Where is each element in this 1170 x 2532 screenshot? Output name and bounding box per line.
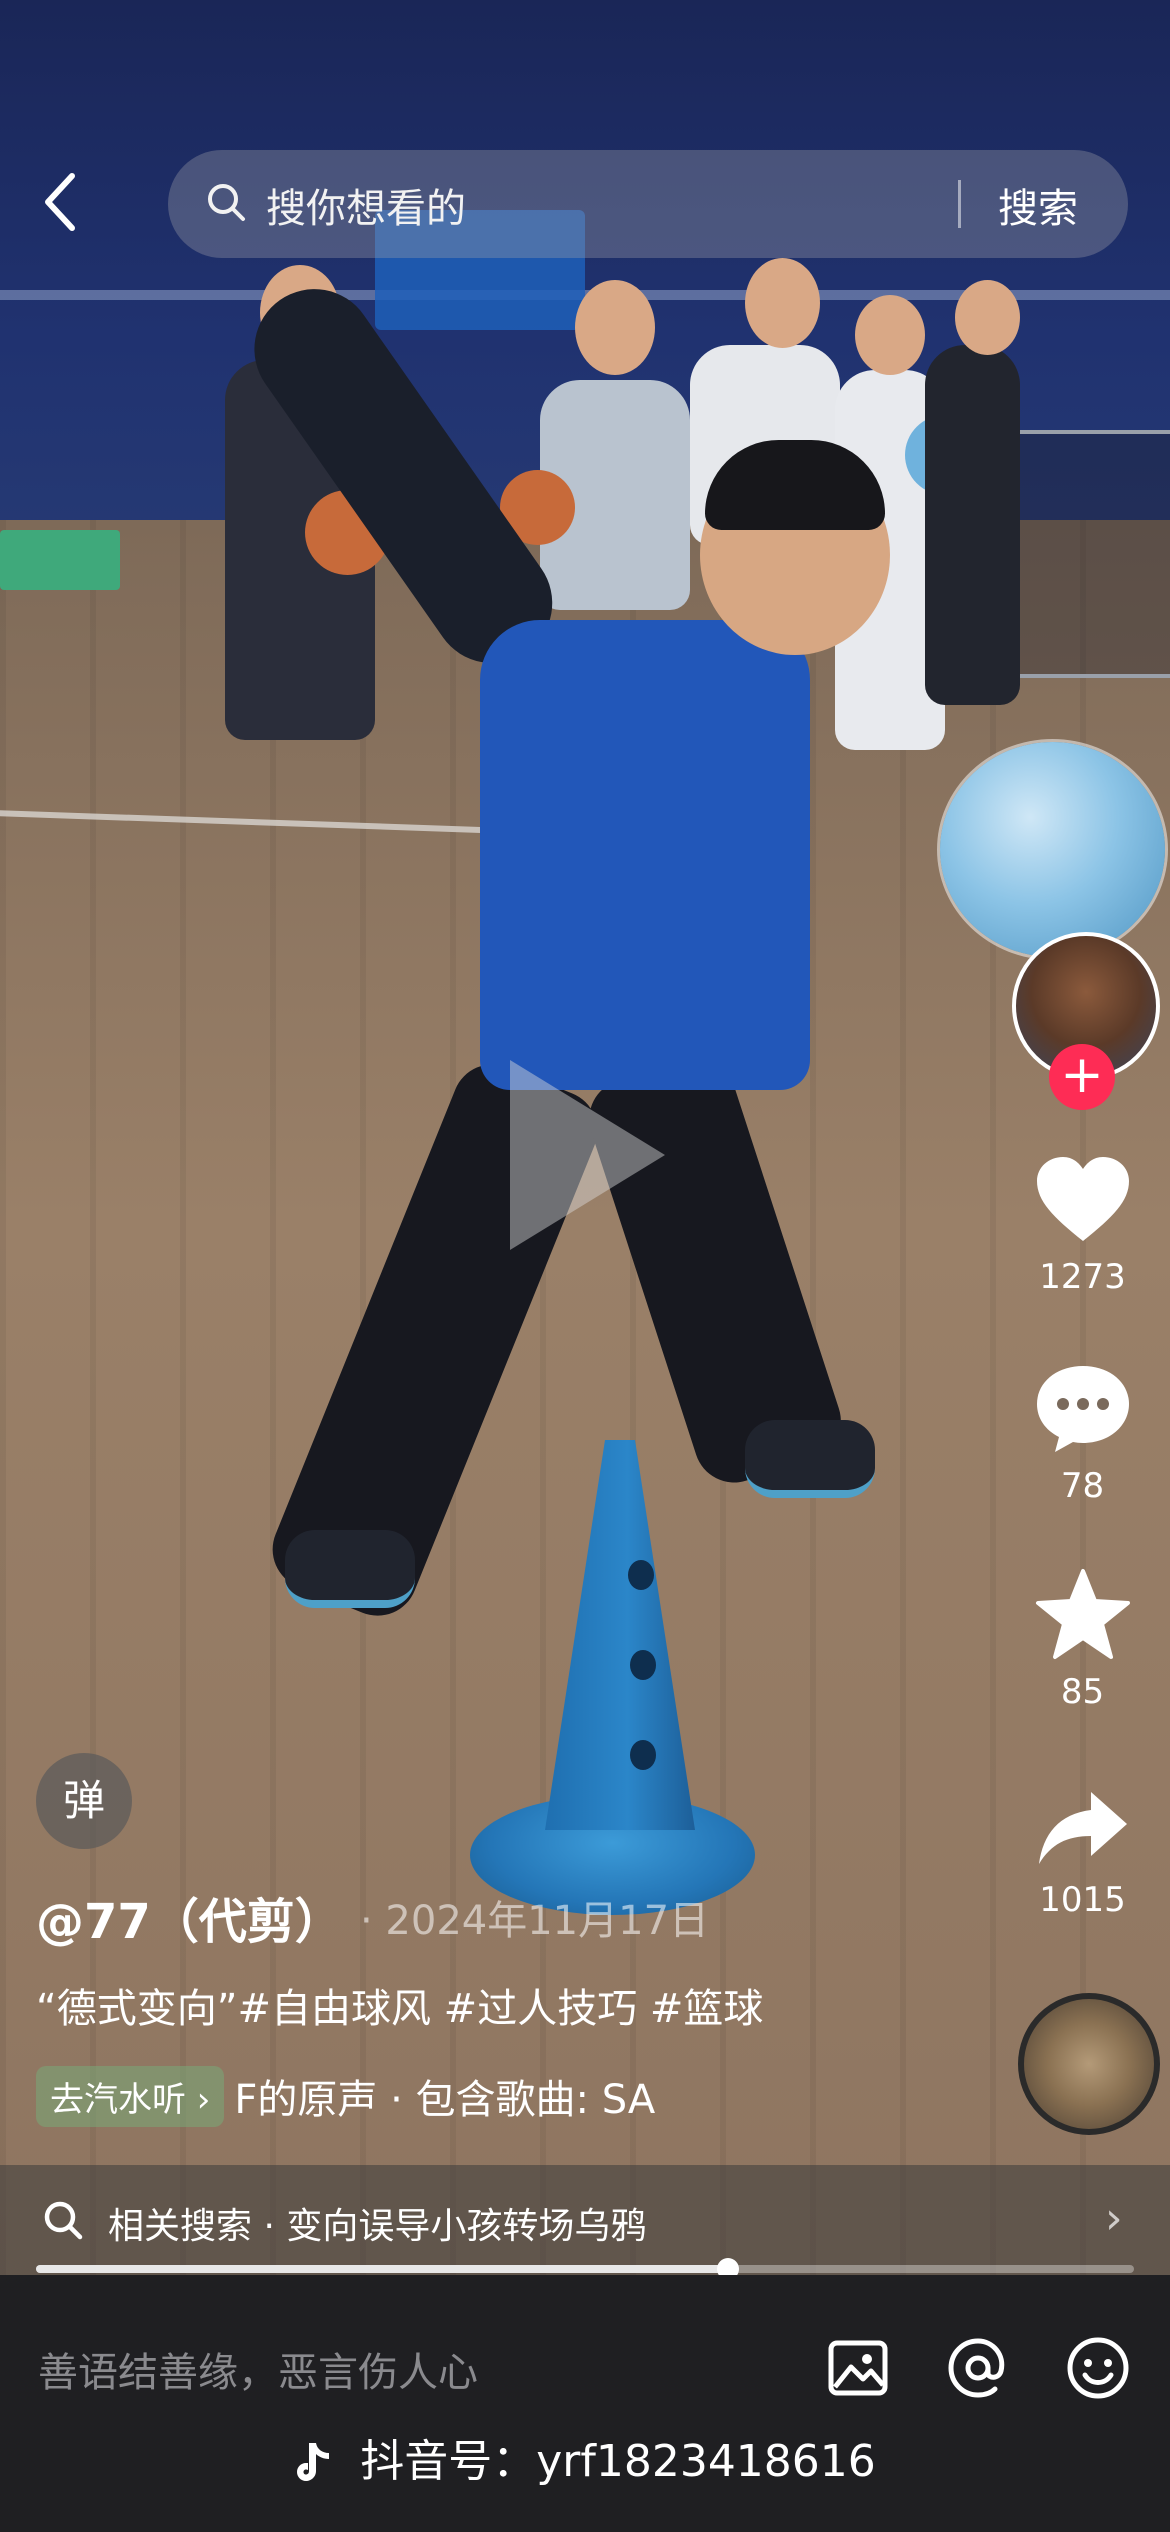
gym-mat	[0, 530, 120, 590]
favorite-count: 85	[1060, 1672, 1105, 1712]
like-button[interactable]: 1273	[1020, 1155, 1145, 1297]
at-icon[interactable]	[943, 2333, 1013, 2403]
play-icon[interactable]	[510, 1060, 665, 1250]
share-count: 1015	[1039, 1880, 1126, 1920]
heart-icon	[1036, 1157, 1129, 1241]
search-icon	[208, 184, 245, 221]
chevron-right-icon: ›	[1105, 2193, 1123, 2244]
danmu-toggle[interactable]: 弹	[36, 1753, 132, 1849]
share-icon	[1038, 1792, 1127, 1864]
background-kid-head	[955, 280, 1020, 355]
like-count: 1273	[1039, 1257, 1126, 1297]
search-input[interactable]: 搜你想看的	[266, 176, 466, 234]
background-kid-head	[855, 295, 925, 375]
background-kid-head	[745, 258, 820, 348]
search-divider	[958, 180, 961, 228]
image-icon[interactable]	[823, 2333, 893, 2403]
star-icon	[1035, 1569, 1130, 1659]
music-title[interactable]: F的原声 · 包含歌曲: SA	[234, 2067, 655, 2125]
player-jacket	[480, 620, 810, 1090]
back-icon	[45, 173, 75, 231]
emoji-icon[interactable]	[1063, 2333, 1133, 2403]
cone-hole	[630, 1740, 656, 1770]
back-button[interactable]	[40, 170, 100, 240]
comment-icon	[1036, 1366, 1129, 1452]
douyin-logo-icon	[297, 2443, 330, 2481]
music-row[interactable]: 去汽水听 › F的原声 · 包含歌曲: SA	[36, 2065, 655, 2127]
basketball	[940, 742, 1165, 957]
search-icon	[44, 2201, 83, 2240]
douyin-id: 抖音号：yrf1823418616	[360, 2436, 876, 2487]
cone-hole	[630, 1650, 656, 1680]
douyin-watermark: 抖音号：yrf1823418616	[0, 2425, 1170, 2489]
listen-in-app-tag[interactable]: 去汽水听 ›	[36, 2065, 225, 2127]
video-progress-fill	[36, 2265, 728, 2273]
search-bar[interactable]: 搜你想看的 搜索	[168, 150, 1128, 258]
post-caption[interactable]: “德式变向”#自由球风 #过人技巧 #篮球	[36, 1976, 763, 2034]
comment-input[interactable]: 善语结善缘，恶言伤人心	[38, 2340, 478, 2398]
cone-hole	[628, 1560, 654, 1590]
author-name[interactable]: @77（代剪）	[36, 1882, 343, 1952]
background-kid-head	[575, 280, 655, 375]
background-kid	[925, 345, 1020, 705]
search-button[interactable]: 搜索	[998, 176, 1078, 234]
video-progress-bar[interactable]	[36, 2258, 1134, 2280]
favorite-button[interactable]: 85	[1020, 1568, 1145, 1712]
related-search-bar[interactable]: 相关搜索 · 变向误导小孩转场乌鸦 ›	[0, 2165, 1170, 2275]
comment-bar: 善语结善缘，恶言伤人心	[0, 2275, 1170, 2532]
player-shoe	[745, 1420, 875, 1498]
comment-count: 78	[1060, 1466, 1105, 1506]
follow-button[interactable]: +	[1049, 1044, 1115, 1110]
comment-button[interactable]: 78	[1020, 1362, 1145, 1506]
related-search-text[interactable]: 相关搜索 · 变向误导小孩转场乌鸦	[108, 2197, 646, 2249]
player-shoe	[285, 1530, 415, 1608]
share-button[interactable]: 1015	[1020, 1788, 1145, 1920]
ball-rack	[995, 430, 1170, 678]
music-disc[interactable]	[1018, 1993, 1160, 2135]
post-date: · 2024年11月17日	[360, 1898, 710, 1944]
